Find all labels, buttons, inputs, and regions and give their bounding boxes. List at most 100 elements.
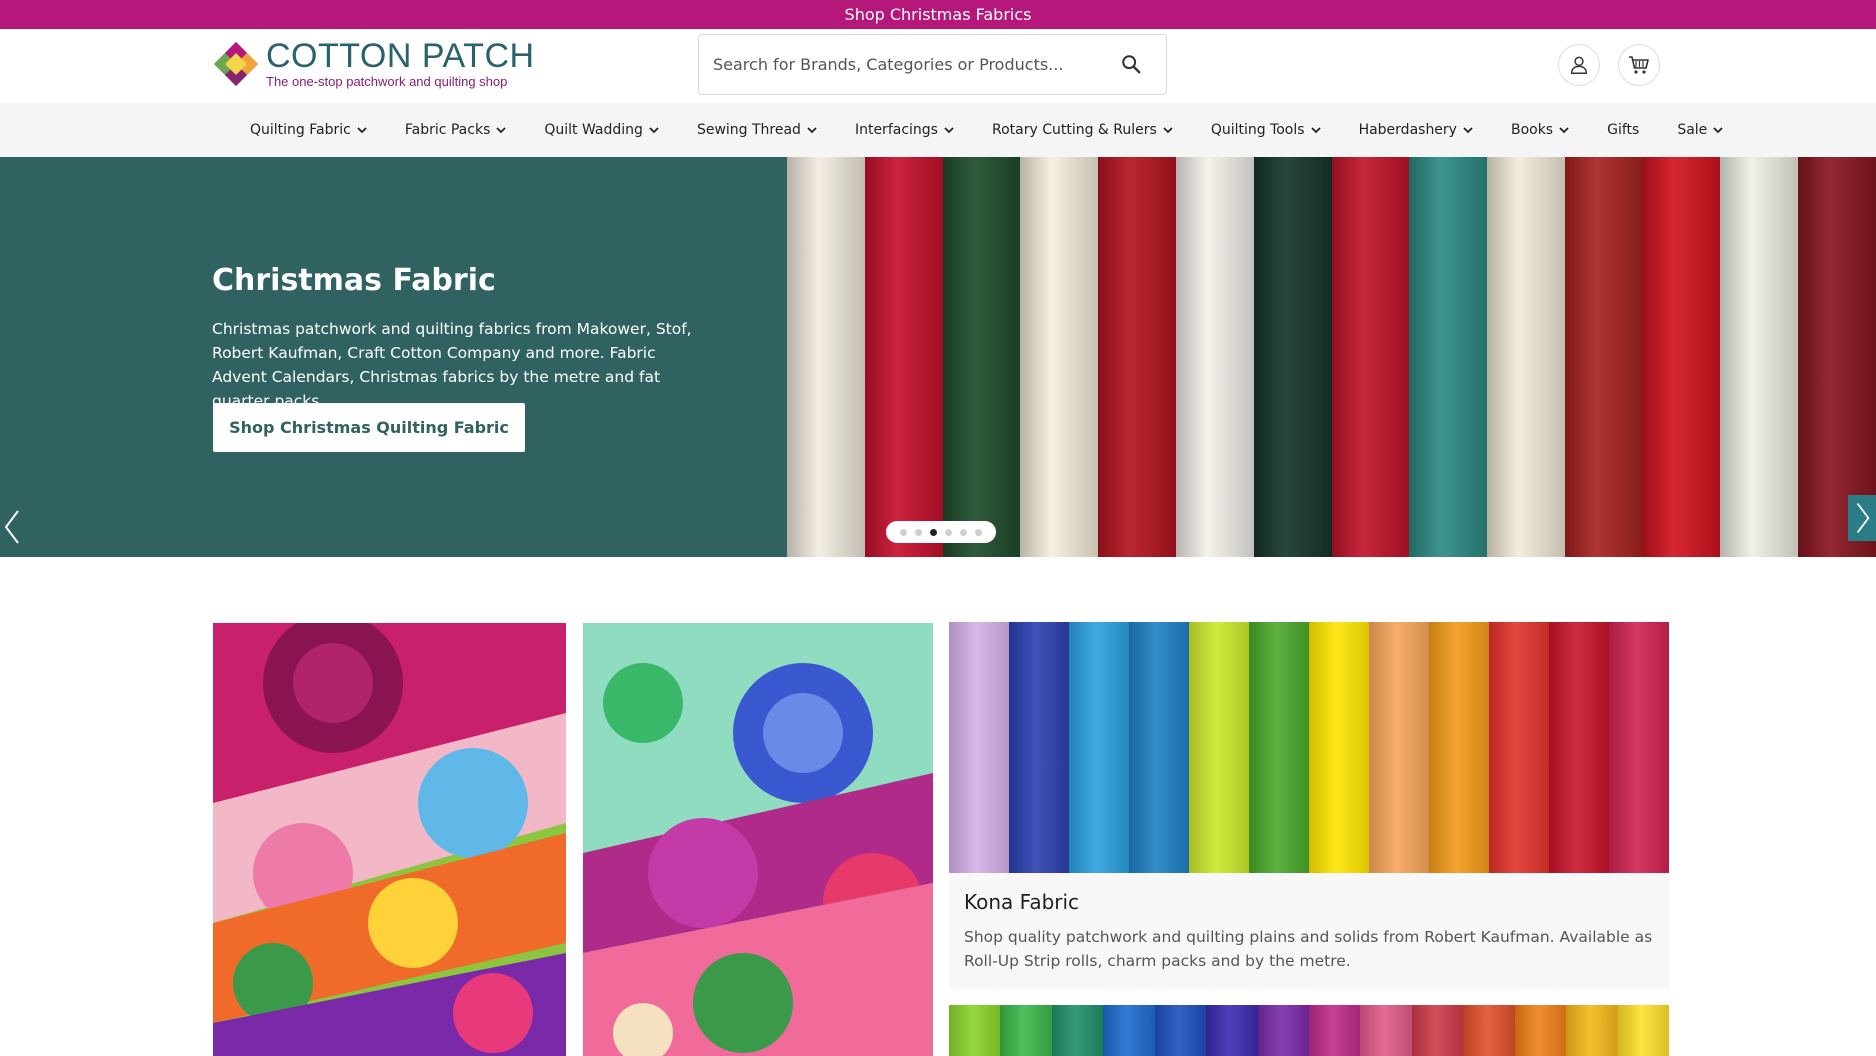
chevron-down-icon xyxy=(1310,127,1321,134)
search-icon[interactable] xyxy=(1120,53,1142,75)
nav-item-label: Sale xyxy=(1677,122,1708,138)
nav-item-haberdashery[interactable]: Haberdashery xyxy=(1359,122,1473,138)
fabric-swatch xyxy=(1154,1005,1208,1056)
fabric-bolt xyxy=(1409,157,1489,557)
chevron-down-icon xyxy=(944,127,954,134)
nav-item-quilting-tools[interactable]: Quilting Tools xyxy=(1211,122,1321,138)
carousel-dot[interactable] xyxy=(975,528,982,536)
nav-item-rotary-cutting-rulers[interactable]: Rotary Cutting & Rulers xyxy=(992,122,1173,138)
chevron-down-icon xyxy=(1713,127,1723,134)
carousel-prev-button[interactable] xyxy=(0,497,32,557)
hero-title: Christmas Fabric xyxy=(212,263,496,298)
cart-icon xyxy=(1629,56,1649,74)
nav-item-label: Haberdashery xyxy=(1358,122,1457,138)
fabric-swatch xyxy=(949,622,1010,873)
shop-christmas-button[interactable]: Shop Christmas Quilting Fabric xyxy=(213,403,525,452)
chevron-down-icon xyxy=(1163,127,1173,134)
chevron-down-icon xyxy=(807,127,817,134)
nav-item-gifts[interactable]: Gifts xyxy=(1607,122,1639,138)
fabric-bolt xyxy=(1098,157,1177,557)
fabric-swatch xyxy=(1489,622,1550,873)
fabric-swatch xyxy=(1309,622,1370,873)
fabric-swatch xyxy=(1429,622,1490,873)
user-icon xyxy=(1570,56,1588,74)
nav-item-sale[interactable]: Sale xyxy=(1677,122,1723,138)
batik-fabric-card[interactable] xyxy=(949,1005,1669,1056)
nav-item-interfacings[interactable]: Interfacings xyxy=(855,122,954,138)
nav-item-label: Books xyxy=(1510,122,1554,138)
floral-fabric-tile-2[interactable] xyxy=(583,623,933,1056)
nav-item-quilting-fabric[interactable]: Quilting Fabric xyxy=(250,122,367,138)
fabric-bolt xyxy=(864,157,944,557)
fabric-swatch xyxy=(1103,1005,1156,1056)
fabric-bolt xyxy=(1642,157,1722,557)
hero-carousel: Christmas Fabric Christmas patchwork and… xyxy=(0,157,1876,557)
carousel-dot[interactable] xyxy=(930,528,937,536)
chevron-down-icon xyxy=(1559,127,1569,134)
fabric-bolt xyxy=(787,157,866,557)
fabric-swatch xyxy=(1189,622,1250,873)
fabric-swatch xyxy=(949,1005,1002,1056)
site-header: COTTON PATCH The one-stop patchwork and … xyxy=(0,29,1876,103)
carousel-dot[interactable] xyxy=(915,528,922,536)
promo-bar[interactable]: Shop Christmas Fabrics xyxy=(0,0,1876,29)
nav-item-sewing-thread[interactable]: Sewing Thread xyxy=(697,122,817,138)
nav-item-label: Quilting Tools xyxy=(1210,122,1305,138)
fabric-bolt xyxy=(1487,157,1566,557)
chevron-down-icon xyxy=(649,127,659,134)
carousel-dots xyxy=(886,521,996,543)
card-title: Kona Fabric xyxy=(964,890,1080,914)
fabric-swatch xyxy=(1249,622,1310,873)
kona-fabric-image xyxy=(949,622,1669,873)
floral-fabric-tile-1[interactable] xyxy=(213,623,566,1056)
nav-item-fabric-packs[interactable]: Fabric Packs xyxy=(405,122,507,138)
fabric-swatch xyxy=(1549,622,1610,873)
fabric-swatch xyxy=(1129,622,1190,873)
fabric-bolt xyxy=(1253,157,1333,557)
logo[interactable]: COTTON PATCH The one-stop patchwork and … xyxy=(212,39,535,89)
fabric-bolt xyxy=(1720,157,1800,557)
logo-title: COTTON PATCH xyxy=(266,37,535,75)
carousel-dot[interactable] xyxy=(900,528,907,536)
nav-item-label: Quilting Fabric xyxy=(250,122,351,138)
fabric-bolt xyxy=(1564,157,1644,557)
account-button[interactable] xyxy=(1558,44,1600,86)
floral-fabric-image xyxy=(213,623,566,1056)
logo-tagline: The one-stop patchwork and quilting shop xyxy=(266,74,508,89)
carousel-dot[interactable] xyxy=(960,528,967,536)
chevron-left-icon xyxy=(4,510,19,544)
fabric-swatch xyxy=(1463,1005,1516,1056)
nav-list: Quilting Fabric Fabric Packs Quilt Wadding… xyxy=(250,103,1761,157)
card-text: Shop quality patchwork and quilting plai… xyxy=(964,928,1653,970)
nav-item-label: Interfacings xyxy=(854,122,938,138)
chevron-right-icon xyxy=(1856,503,1870,533)
carousel-next-button[interactable] xyxy=(1848,495,1876,541)
nav-item-label: Rotary Cutting & Rulers xyxy=(991,122,1157,138)
nav-item-label: Gifts xyxy=(1607,122,1640,138)
search-box xyxy=(698,34,1167,95)
fabric-swatch xyxy=(1309,1005,1362,1056)
cart-button[interactable] xyxy=(1618,44,1660,86)
fabric-swatch xyxy=(1514,1005,1568,1056)
logo-quilt-icon xyxy=(214,42,258,86)
kona-fabric-card[interactable]: Kona Fabric Shop quality patchwork and q… xyxy=(949,622,1669,990)
chevron-down-icon xyxy=(357,127,367,134)
fabric-swatch xyxy=(1360,1005,1413,1056)
fabric-swatch xyxy=(1609,622,1669,873)
carousel-dot[interactable] xyxy=(945,528,952,536)
nav-item-quilt-wadding[interactable]: Quilt Wadding xyxy=(544,122,659,138)
fabric-swatch xyxy=(1069,622,1130,873)
promo-link[interactable]: Shop Christmas Fabrics xyxy=(845,5,1032,24)
hero-text: Christmas patchwork and quilting fabrics… xyxy=(212,320,692,410)
fabric-swatch xyxy=(1617,1005,1669,1056)
search-input[interactable] xyxy=(713,35,1093,94)
fabric-swatch xyxy=(1000,1005,1053,1056)
nav-item-label: Quilt Wadding xyxy=(544,122,643,138)
fabric-swatch xyxy=(1369,622,1430,873)
fabric-swatch xyxy=(1411,1005,1465,1056)
nav-item-books[interactable]: Books xyxy=(1511,122,1569,138)
fabric-swatch xyxy=(1051,1005,1105,1056)
floral-fabric-image xyxy=(583,623,933,1056)
main-nav: Quilting Fabric Fabric Packs Quilt Wadding… xyxy=(0,103,1876,157)
chevron-down-icon xyxy=(1463,127,1473,134)
